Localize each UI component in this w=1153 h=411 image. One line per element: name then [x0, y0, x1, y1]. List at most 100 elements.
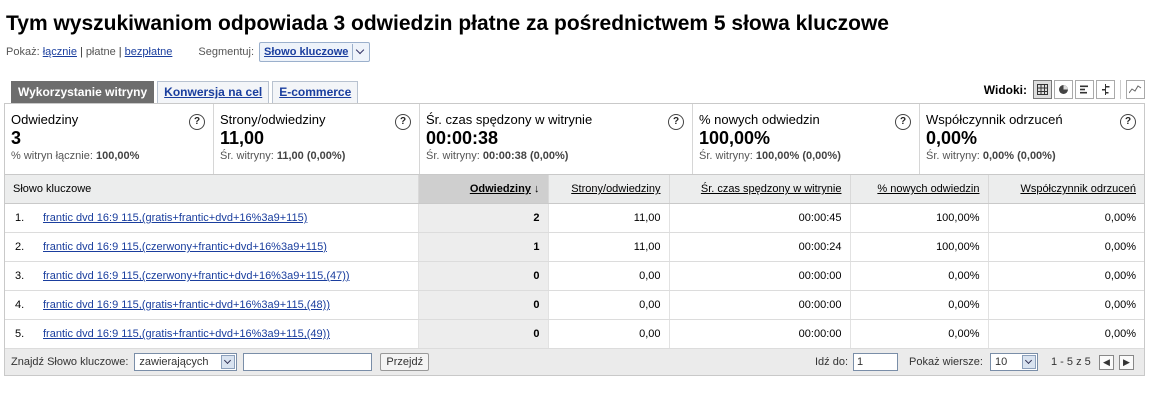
views-switcher: Widoki: — [984, 80, 1145, 99]
segment-value: Słowo kluczowe — [264, 46, 349, 58]
metric-sub: Śr. witryny: 11,00 (0,00%) — [220, 150, 346, 162]
segment-dropdown[interactable]: Słowo kluczowe — [259, 42, 371, 62]
tab-goal-conversion[interactable]: Konwersja na cel — [157, 81, 270, 103]
help-icon[interactable]: ? — [895, 114, 911, 130]
match-type-value: zawierających — [139, 356, 209, 368]
filter-bar: Pokaż: łącznie | płatne | bezpłatne Segm… — [6, 42, 371, 62]
cell-visits: 0 — [417, 261, 548, 291]
separator: | — [79, 46, 83, 58]
col-header-pages-per-visit[interactable]: Strony/odwiedziny — [547, 175, 669, 204]
cell-new-visits: 0,00% — [849, 319, 988, 349]
metric-pages-per-visit: Strony/odwiedziny 11,00 Śr. witryny: 11,… — [214, 104, 420, 174]
chevron-down-icon — [352, 44, 369, 60]
cell-visits: 0 — [417, 319, 548, 349]
pivot-chart-icon[interactable] — [1126, 80, 1145, 99]
row-number: 2. — [15, 241, 25, 253]
keyword-link[interactable]: frantic dvd 16:9 115,(gratis+frantic+dvd… — [43, 328, 330, 340]
metric-sub: Śr. witryny: 0,00% (0,00%) — [926, 150, 1056, 162]
chevron-down-icon — [1022, 355, 1036, 369]
metric-label: Śr. czas spędzony w witrynie — [426, 112, 593, 127]
help-icon[interactable]: ? — [395, 114, 411, 130]
pagination-range: 1 - 5 z 5 — [1051, 356, 1091, 368]
pie-view-icon[interactable] — [1054, 80, 1073, 99]
next-page-icon[interactable]: ▶ — [1119, 354, 1134, 370]
metric-new-visits: % nowych odwiedzin 100,00% Śr. witryny: … — [693, 104, 920, 174]
divider — [1120, 80, 1121, 99]
cell-bounce-rate: 0,00% — [987, 261, 1144, 291]
bar-view-icon[interactable] — [1075, 80, 1094, 99]
match-type-select[interactable]: zawierających — [134, 353, 238, 371]
metric-label: Współczynnik odrzuceń — [926, 112, 1063, 127]
cell-pages-per-visit: 0,00 — [547, 290, 669, 320]
page-title: Tym wyszukiwaniom odpowiada 3 odwiedzin … — [6, 12, 889, 35]
table-header-row: Słowo kluczowe Odwiedziny ↓ Strony/odwie… — [5, 175, 1144, 204]
filter-all-link[interactable]: łącznie — [43, 46, 77, 58]
cell-keyword: 4. frantic dvd 16:9 115,(gratis+frantic+d… — [5, 290, 418, 320]
cell-visits: 1 — [417, 232, 548, 262]
keyword-link[interactable]: frantic dvd 16:9 115,(gratis+frantic+dvd… — [43, 212, 307, 224]
cell-visits: 2 — [417, 203, 548, 233]
metric-value: 00:00:38 — [426, 128, 499, 148]
show-label: Pokaż: — [6, 46, 40, 58]
col-header-visits[interactable]: Odwiedziny ↓ — [417, 175, 548, 204]
table-row: 2. frantic dvd 16:9 115,(czerwony+frantic… — [5, 232, 1144, 262]
metric-label: Odwiedziny — [11, 112, 79, 127]
help-icon[interactable]: ? — [189, 114, 205, 130]
keyword-link[interactable]: frantic dvd 16:9 115,(czerwony+frantic+d… — [43, 270, 350, 282]
rows-value: 10 — [995, 356, 1008, 368]
cell-avg-time: 00:00:00 — [668, 290, 850, 320]
row-number: 5. — [15, 328, 25, 340]
metric-sub: Śr. witryny: 00:00:38 (0,00%) — [426, 150, 569, 162]
col-header-avg-time[interactable]: Śr. czas spędzony w witrynie — [668, 175, 850, 204]
table-row: 4. frantic dvd 16:9 115,(gratis+frantic+d… — [5, 290, 1144, 320]
report-tabs: Wykorzystanie witryny Konwersja na cel E… — [11, 81, 359, 103]
table-view-icon[interactable] — [1033, 80, 1052, 99]
keyword-link[interactable]: frantic dvd 16:9 115,(czerwony+frantic+d… — [43, 241, 327, 253]
cell-keyword: 1. frantic dvd 16:9 115,(gratis+frantic+d… — [5, 203, 418, 233]
metric-value: 0,00% — [926, 128, 978, 148]
compare-view-icon[interactable] — [1096, 80, 1115, 99]
help-icon[interactable]: ? — [1120, 114, 1136, 130]
tab-ecommerce[interactable]: E-commerce — [272, 81, 359, 103]
cell-new-visits: 0,00% — [849, 261, 988, 291]
go-button[interactable]: Przejdź — [380, 353, 430, 371]
table-row: 3. frantic dvd 16:9 115,(czerwony+frantic… — [5, 261, 1144, 291]
sort-desc-icon: ↓ — [534, 183, 540, 195]
cell-bounce-rate: 0,00% — [987, 232, 1144, 262]
cell-pages-per-visit: 0,00 — [547, 319, 669, 349]
row-number: 1. — [15, 212, 25, 224]
row-number: 3. — [15, 270, 25, 282]
views-label: Widoki: — [983, 82, 1027, 97]
keywords-table: Słowo kluczowe Odwiedziny ↓ Strony/odwie… — [5, 175, 1144, 349]
tab-site-usage[interactable]: Wykorzystanie witryny — [11, 81, 155, 103]
cell-avg-time: 00:00:45 — [668, 203, 850, 233]
cell-pages-per-visit: 11,00 — [547, 203, 669, 233]
metric-value: 100,00% — [699, 128, 771, 148]
cell-pages-per-visit: 0,00 — [547, 261, 669, 291]
find-label: Znajdź Słowo kluczowe: — [11, 356, 129, 368]
metric-value: 11,00 — [220, 128, 265, 148]
cell-bounce-rate: 0,00% — [987, 290, 1144, 320]
col-header-bounce-rate[interactable]: Współczynnik odrzuceń — [987, 175, 1144, 204]
prev-page-icon[interactable]: ◀ — [1099, 354, 1114, 370]
metric-sub: Śr. witryny: 100,00% (0,00%) — [699, 150, 841, 162]
filter-free-link[interactable]: bezpłatne — [125, 46, 173, 58]
metrics-summary: Odwiedziny 3 % witryn łącznie: 100,00% ?… — [5, 104, 1144, 175]
table-footer: Znajdź Słowo kluczowe: zawierających Prz… — [5, 349, 1144, 375]
separator: | — [118, 46, 122, 58]
row-number: 4. — [15, 299, 25, 311]
cell-avg-time: 00:00:00 — [668, 319, 850, 349]
help-icon[interactable]: ? — [668, 114, 684, 130]
report-panel: Odwiedziny 3 % witryn łącznie: 100,00% ?… — [4, 103, 1145, 376]
keyword-link[interactable]: frantic dvd 16:9 115,(gratis+frantic+dvd… — [43, 299, 330, 311]
goto-page-input[interactable]: 1 — [853, 353, 898, 371]
chevron-down-icon — [221, 355, 236, 369]
col-header-new-visits[interactable]: % nowych odwiedzin — [849, 175, 988, 204]
rows-per-page-select[interactable]: 10 — [990, 353, 1038, 371]
cell-new-visits: 100,00% — [849, 203, 988, 233]
metric-label: % nowych odwiedzin — [699, 112, 820, 127]
keyword-search-input[interactable] — [243, 353, 373, 371]
metric-value: 3 — [11, 128, 22, 148]
cell-keyword: 5. frantic dvd 16:9 115,(gratis+frantic+d… — [5, 319, 418, 349]
cell-keyword: 3. frantic dvd 16:9 115,(czerwony+frantic… — [5, 261, 418, 291]
